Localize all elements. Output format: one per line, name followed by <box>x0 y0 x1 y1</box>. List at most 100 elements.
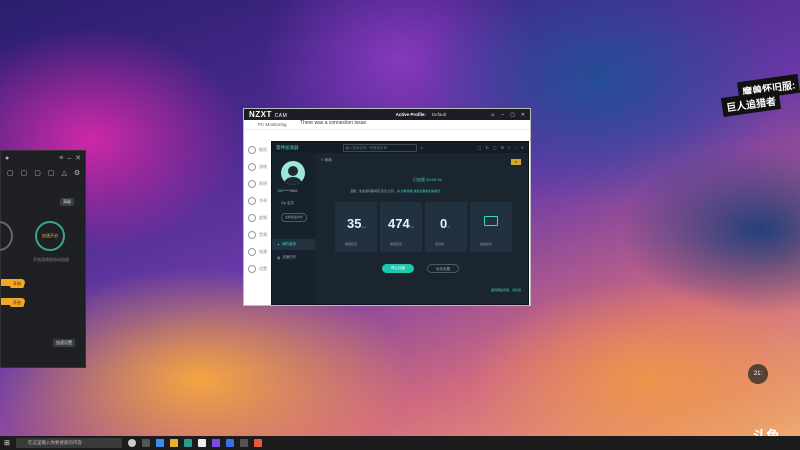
nzxt-logo: NZXT CAM <box>249 110 287 119</box>
nzxt-logo-sub: CAM <box>274 113 288 119</box>
sidebar-item-2[interactable]: 照明 <box>244 175 272 192</box>
user-icon[interactable]: ☺ <box>490 112 495 118</box>
sidebar-item-4[interactable]: 超频 <box>244 209 272 226</box>
game-search-input[interactable]: 输入游戏名称 / 拼音首字母 <box>342 143 417 152</box>
booster-window-icons: ▢ ↻ ▢ ⚙ ≡ – ✕ <box>478 145 524 150</box>
maximize-icon[interactable]: ▢ <box>510 112 515 118</box>
nzxt-logo-text: NZXT <box>249 110 272 119</box>
app-icon-6[interactable] <box>253 439 262 447</box>
booster-app-window: ● ≡ – ✕ ▢ ▢ ▢ ▢ △ ⚙ 高级 加速开启 开始游戏前启动加速 开启… <box>0 150 86 368</box>
sidebar-label: 电源 <box>259 248 267 254</box>
settings-icon[interactable]: ⚙ <box>500 145 504 150</box>
taskbar-search-input[interactable]: 在这里输入你要搜索的内容 <box>15 438 122 448</box>
sidebar-label: 照明 <box>259 180 267 186</box>
app-icon-4[interactable] <box>225 439 234 447</box>
stat-number: 35 <box>347 216 362 231</box>
game-badge: ★ <box>511 159 521 165</box>
lock-icon[interactable]: ▢ <box>21 169 28 177</box>
refresh-link[interactable]: ↻ 刷新 <box>321 158 332 163</box>
sidebar-icon <box>248 247 256 256</box>
nav-my-games[interactable]: ✈ 我的游戏 <box>272 239 315 250</box>
close-icon[interactable]: ✕ <box>75 154 81 162</box>
task-view-icon[interactable] <box>141 439 150 447</box>
sidebar-label: 音频 <box>259 231 267 237</box>
advanced-button[interactable]: 高级 <box>60 198 74 206</box>
tip-link-switch[interactable]: 切换线路 <box>401 189 413 193</box>
sidebar-item-1[interactable]: 游戏 <box>244 158 272 175</box>
app-icon-2[interactable] <box>197 439 206 447</box>
app-icon-5[interactable] <box>239 439 248 447</box>
refresh-icon[interactable]: ↻ <box>485 145 488 150</box>
sidebar-item-5[interactable]: 音频 <box>244 226 272 243</box>
sidebar-item-3[interactable]: 冷却 <box>244 192 272 209</box>
edge-icon[interactable] <box>155 439 164 447</box>
stat-unit: ms <box>361 225 366 229</box>
active-profile[interactable]: Active Profile: Default <box>396 112 447 117</box>
sidebar-item-0[interactable]: 概览 <box>244 141 272 158</box>
boost-circle[interactable]: 加速开启 <box>35 221 65 251</box>
sidebar-label: 游戏 <box>259 163 267 169</box>
sidebar-item-6[interactable]: 电源 <box>244 243 272 260</box>
stat-label: 丢包率 <box>435 242 445 246</box>
avatar[interactable]: ● <box>5 155 9 162</box>
sidebar-label: 概览 <box>259 146 267 152</box>
feedback-link[interactable]: 遇到网络问题，请反馈 <box>491 288 521 292</box>
tip-link-mode[interactable]: 或尝试其他加速模式 <box>413 189 440 193</box>
active-profile-value: Default <box>431 112 447 117</box>
nav-label: 加速历史 <box>282 255 297 259</box>
file-explorer-icon[interactable] <box>169 439 178 447</box>
active-profile-label: Active Profile: <box>395 112 426 117</box>
circle-off <box>0 221 13 251</box>
message-icon[interactable]: ▢ <box>48 169 55 177</box>
bell-icon[interactable]: △ <box>62 169 67 177</box>
shop-icon[interactable]: ▢ <box>34 169 41 177</box>
sidebar-label: 超频 <box>259 214 267 220</box>
thunder-booster-window: 雷神加速器 输入游戏名称 / 拼音首字母 ⌕ ▢ ↻ ▢ ⚙ ≡ – ✕ 150… <box>271 141 529 305</box>
tip-link-latency[interactable]: 延迟 <box>381 189 387 193</box>
stat-card-packet-loss: 0% 丢包率 <box>425 202 467 252</box>
stop-boost-button[interactable]: 停止加速 <box>382 264 414 273</box>
sidebar-icon <box>248 196 256 205</box>
monitor-icon <box>484 216 498 226</box>
booster-left-panel: 150*****5858 Vip 会员 兑换加速时长 ✈ 我的游戏 ▤ 加速历史 <box>272 153 315 304</box>
settings-icon[interactable]: ⚙ <box>74 169 80 177</box>
redeem-button[interactable]: 兑换加速时长 <box>281 213 307 222</box>
stat-card-mode[interactable]: 加速模式 <box>470 202 512 252</box>
enable-button-2[interactable]: 开启 <box>10 299 24 307</box>
enable-button-1[interactable]: 开启 <box>10 280 24 288</box>
minimize-icon[interactable]: – <box>514 145 516 150</box>
left-app-toolbar: ▢ ▢ ▢ ▢ △ ⚙ <box>1 165 85 181</box>
minimize-icon[interactable]: – <box>67 155 71 162</box>
nav-label: 我的游戏 <box>281 242 296 246</box>
gift-icon[interactable]: ▢ <box>7 169 14 177</box>
app-icon-1[interactable] <box>183 439 192 447</box>
menu-icon[interactable]: ≡ <box>59 155 63 162</box>
refresh-label: 刷新 <box>324 158 332 162</box>
optimize-settings-button[interactable]: 优化设置 <box>427 264 459 273</box>
stat-unit: ms <box>409 225 414 229</box>
stat-label: 加速模式 <box>480 242 493 246</box>
message-icon[interactable]: ▢ <box>478 145 482 150</box>
close-icon[interactable]: ✕ <box>521 112 525 118</box>
cortana-icon[interactable] <box>127 439 136 447</box>
windows-start-icon[interactable]: ⊞ <box>4 439 10 447</box>
sidebar-item-7[interactable]: 设置 <box>244 260 272 277</box>
sidebar-icon <box>248 213 256 222</box>
search-icon[interactable]: ⌕ <box>421 145 423 150</box>
gift-icon[interactable]: ▢ <box>493 145 497 150</box>
avatar[interactable] <box>281 161 305 185</box>
minimize-icon[interactable]: – <box>501 112 504 118</box>
stat-number: 474 <box>388 216 410 231</box>
booster-titlebar: 雷神加速器 输入游戏名称 / 拼音首字母 ⌕ ▢ ↻ ▢ ⚙ ≡ – ✕ <box>272 142 528 153</box>
left-app-titlebar: ● ≡ – ✕ <box>1 151 85 165</box>
sidebar-icon <box>248 230 256 239</box>
app-icon-3[interactable] <box>211 439 220 447</box>
close-icon[interactable]: ✕ <box>521 145 524 150</box>
menu-icon[interactable]: ≡ <box>508 145 510 150</box>
sidebar-label: 冷却 <box>259 197 267 203</box>
nav-history[interactable]: ▤ 加速历史 <box>272 252 315 263</box>
tip-text-pre: 温馨：加速游戏期间若 <box>350 189 381 193</box>
boost-settings-button[interactable]: 加速设置 <box>53 339 75 347</box>
sidebar-icon <box>248 145 256 154</box>
vip-label[interactable]: Vip 会员 <box>281 201 294 206</box>
